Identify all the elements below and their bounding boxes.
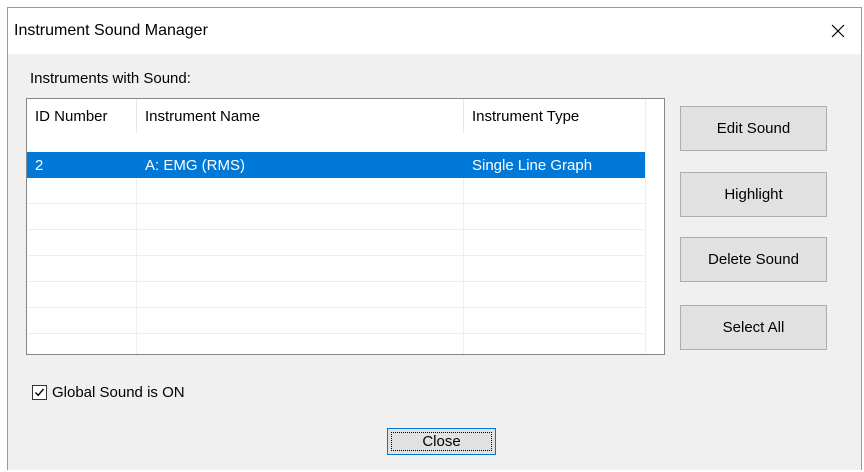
title-bar: Instrument Sound Manager [8, 8, 861, 54]
global-sound-toggle[interactable]: Global Sound is ON [32, 383, 185, 401]
column-divider [136, 178, 137, 354]
edit-sound-button[interactable]: Edit Sound [680, 106, 827, 151]
column-divider [645, 99, 646, 354]
empty-row [27, 178, 646, 204]
focus-rectangle [391, 432, 492, 451]
delete-sound-button[interactable]: Delete Sound [680, 237, 827, 282]
empty-row [27, 204, 646, 230]
instruments-list[interactable]: ID Number Instrument Name Instrument Typ… [26, 98, 665, 355]
empty-row [27, 256, 646, 282]
column-header-label: Instrument Type [472, 107, 580, 125]
instruments-list-label: Instruments with Sound: [30, 70, 191, 87]
cell-instrument-type: Single Line Graph [472, 156, 593, 174]
highlight-button[interactable]: Highlight [680, 172, 827, 217]
empty-row [27, 308, 646, 334]
close-button[interactable]: Close [387, 428, 496, 455]
empty-row [27, 282, 646, 308]
column-header-id[interactable]: ID Number [27, 99, 137, 133]
global-sound-checkbox[interactable] [32, 384, 47, 400]
column-header-label: ID Number [35, 107, 108, 125]
window-close-button[interactable] [815, 8, 861, 54]
empty-row [27, 334, 646, 354]
checkmark-icon [34, 388, 45, 396]
cell-id: 2 [35, 156, 44, 174]
window-title: Instrument Sound Manager [14, 22, 208, 39]
global-sound-label: Global Sound is ON [52, 383, 185, 401]
empty-row [27, 230, 646, 256]
table-row[interactable]: 2 A: EMG (RMS) Single Line Graph [27, 152, 646, 178]
column-header-type[interactable]: Instrument Type [464, 99, 646, 133]
column-header-label: Instrument Name [145, 107, 261, 125]
select-all-button[interactable]: Select All [680, 305, 827, 350]
column-header-name[interactable]: Instrument Name [137, 99, 464, 133]
instrument-sound-manager-dialog: Instrument Sound Manager Instruments wit… [7, 7, 862, 470]
column-divider [463, 178, 464, 354]
close-icon [831, 24, 845, 38]
cell-instrument-name: A: EMG (RMS) [145, 156, 245, 174]
